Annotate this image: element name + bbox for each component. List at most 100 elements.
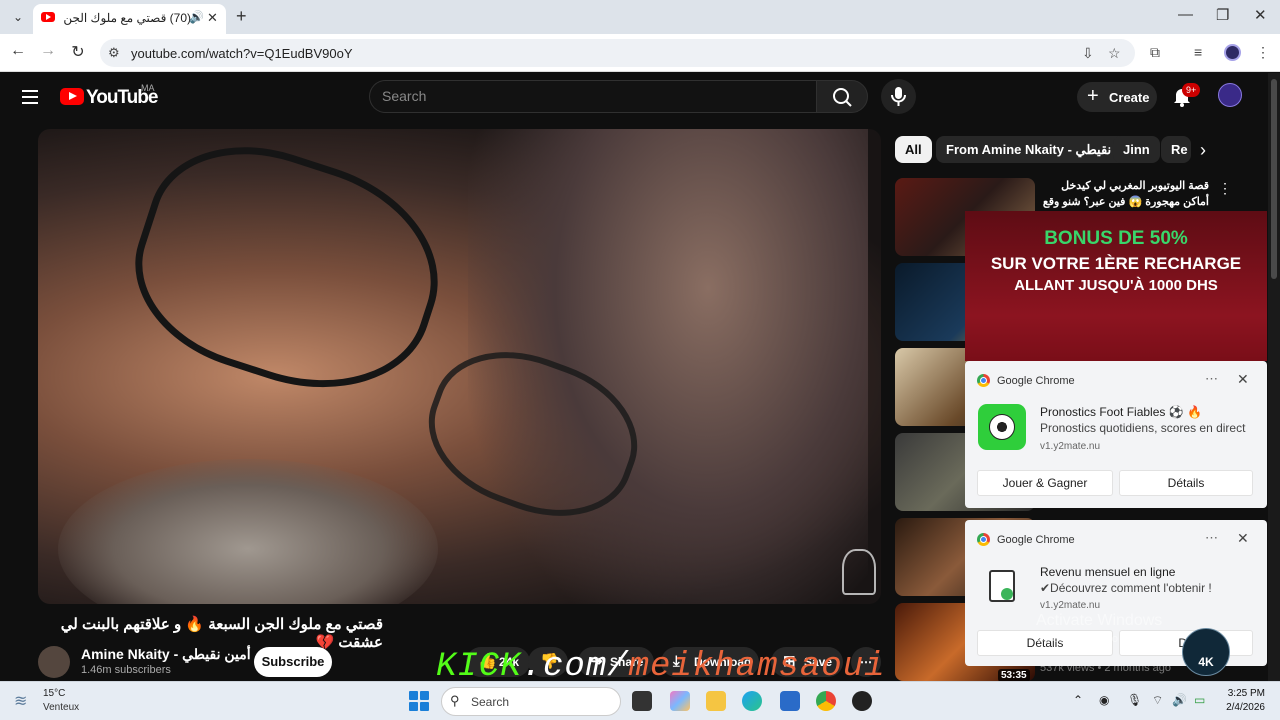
channel-watermark-icon[interactable] [842,549,876,595]
active-tab[interactable]: (70) قصتي مع ملوك الجن الـ 🔊 ✕ [33,4,226,34]
youtube-header: YouTube MA + Create 9+ [0,73,1268,121]
windows-start-icon[interactable] [409,691,429,711]
tab-search-dropdown[interactable]: ⌄ [8,7,28,27]
document-check-icon [989,570,1015,602]
ad-line-3: ALLANT JUSQU'À 1000 DHS [1014,277,1218,294]
microphone-tray-icon[interactable]: 🎙 [1127,693,1142,707]
search-input[interactable] [382,88,802,104]
search-icon: ⚲ [450,693,460,708]
copilot-icon[interactable] [670,691,690,711]
battery-icon[interactable]: ▭ [1194,693,1205,707]
create-button[interactable]: + Create [1077,82,1157,112]
chrome-notification[interactable]: Google Chrome ⋯ ✕ Pronostics Foot Fiable… [965,361,1267,508]
chrome-icon [977,374,990,387]
notification-body: Pronostics quotidiens, scores en direct [1040,421,1246,435]
channel-name[interactable]: Amine Nkaity - أمين نقيطي [81,646,251,663]
notification-more-icon[interactable]: ⋯ [1205,530,1218,546]
chrome-icon [977,533,990,546]
clock-time[interactable]: 3:25 PM [1227,688,1265,699]
network-security-icon[interactable]: ◉ [1099,693,1109,707]
subscriber-count: 1.46m subscribers [81,664,171,676]
weather-temperature[interactable]: 15°C [43,688,65,699]
show-hidden-icons-icon[interactable]: ⌃ [1073,693,1083,707]
search-icon [833,88,852,107]
taskbar-search[interactable]: ⚲ Search [441,687,621,716]
chip-all[interactable]: All [895,136,932,163]
speaker-icon[interactable]: 🔊 [189,10,204,24]
voice-search-button[interactable] [881,79,916,114]
video-player[interactable] [38,129,881,604]
site-info-icon[interactable]: ⚙ [108,45,120,61]
clock-date[interactable]: 2/4/2026 [1217,702,1265,713]
back-icon[interactable]: ← [8,42,28,60]
forward-icon[interactable]: → [38,42,58,60]
wifi-icon[interactable]: ⌔ [1152,693,1163,708]
notification-action-button[interactable]: Jouer & Gagner [977,470,1113,496]
notification-app: Google Chrome [997,534,1075,546]
edge-icon[interactable] [742,691,762,711]
chrome-menu-icon[interactable]: ⋮ [1256,44,1270,61]
soccer-ball-icon [978,404,1026,450]
profile-avatar[interactable] [1224,44,1241,61]
activate-windows-subtext: Go to Settings to activate [1036,633,1159,645]
ad-banner[interactable]: BONUS DE 50% SUR VOTRE 1ÈRE RECHARGE ALL… [965,211,1267,361]
restore-icon[interactable]: ❐ [1216,6,1229,24]
notification-site: v1.y2mate.nu [1040,441,1101,452]
more-vertical-icon[interactable]: ⋮ [1218,180,1232,197]
hamburger-menu-icon[interactable] [22,90,38,104]
wind-icon[interactable]: ≋ [14,691,27,711]
4k-logo-badge: 4K [1182,628,1230,676]
weather-description[interactable]: Venteux [43,702,79,713]
task-view-icon[interactable] [632,691,652,711]
close-window-icon[interactable]: ✕ [1254,6,1267,24]
search-button[interactable] [816,80,868,113]
url-text[interactable]: youtube.com/watch?v=Q1EudBV90oY [131,46,353,61]
chip-partial[interactable]: Re [1161,136,1191,163]
install-app-icon[interactable]: ⇩ [1082,45,1094,62]
notification-close-icon[interactable]: ✕ [1237,530,1249,547]
app-taskbar-icon[interactable] [852,691,872,711]
reload-icon[interactable]: ↻ [68,42,88,62]
microphone-icon [891,87,906,106]
notification-site: v1.y2mate.nu [1040,600,1101,611]
browser-toolbar: ← → ↻ ⚙ youtube.com/watch?v=Q1EudBV90oY … [0,34,1280,72]
chip-jinn[interactable]: Jinn [1113,136,1160,163]
notification-more-icon[interactable]: ⋯ [1205,371,1218,387]
notification-body: ✔Découvrez comment l'obtenir ! [1040,581,1212,595]
ad-line-1: BONUS DE 50% [1044,228,1188,249]
activate-windows-text: Activate Windows [1036,612,1163,629]
notification-title: Pronostics Foot Fiables ⚽ 🔥 [1040,405,1202,419]
country-code: MA [141,83,155,93]
extensions-icon[interactable]: ⧉ [1150,44,1160,61]
chevron-right-icon[interactable]: › [1200,140,1206,161]
taskbar-search-label: Search [471,695,510,709]
tab-close-icon[interactable]: ✕ [207,10,218,26]
media-control-icon[interactable]: ≡ [1194,44,1202,60]
channel-avatar[interactable] [38,646,70,678]
address-bar[interactable]: ⚙ youtube.com/watch?v=Q1EudBV90oY ⇩ ☆ [100,39,1135,67]
tab-strip: ⌄ (70) قصتي مع ملوك الجن الـ 🔊 ✕ + — ❐ ✕ [0,0,1280,34]
bookmark-star-icon[interactable]: ☆ [1108,45,1121,62]
youtube-logo-icon[interactable] [60,88,84,105]
minimize-icon[interactable]: — [1178,6,1193,23]
youtube-favicon-icon [41,12,55,22]
notification-close-icon[interactable]: ✕ [1237,371,1249,388]
search-box[interactable] [369,80,817,113]
file-explorer-icon[interactable] [706,691,726,711]
windows-taskbar: ≋ 15°C Venteux ⚲ Search ⌃ ◉ 🎙 ⌔ 🔊 ▭ 3:25… [0,681,1280,720]
page-scrollbar[interactable] [1268,73,1280,681]
tab-title: (70) قصتي مع ملوك الجن الـ [61,11,191,25]
store-icon[interactable] [780,691,800,711]
account-avatar[interactable] [1218,83,1242,107]
subscribe-button[interactable]: Subscribe [254,647,332,677]
ad-line-2: SUR VOTRE 1ÈRE RECHARGE [990,254,1242,273]
notification-app: Google Chrome [997,375,1075,387]
notification-title: Revenu mensuel en ligne [1040,565,1176,579]
notification-details-button[interactable]: Détails [1119,470,1253,496]
plus-icon: + [1087,85,1099,107]
chrome-taskbar-icon[interactable] [816,691,836,711]
volume-icon[interactable]: 🔊 [1172,693,1187,707]
notification-count-badge: 9+ [1182,83,1201,97]
new-tab-button[interactable]: + [236,6,247,27]
scrollbar-thumb[interactable] [1271,79,1277,279]
